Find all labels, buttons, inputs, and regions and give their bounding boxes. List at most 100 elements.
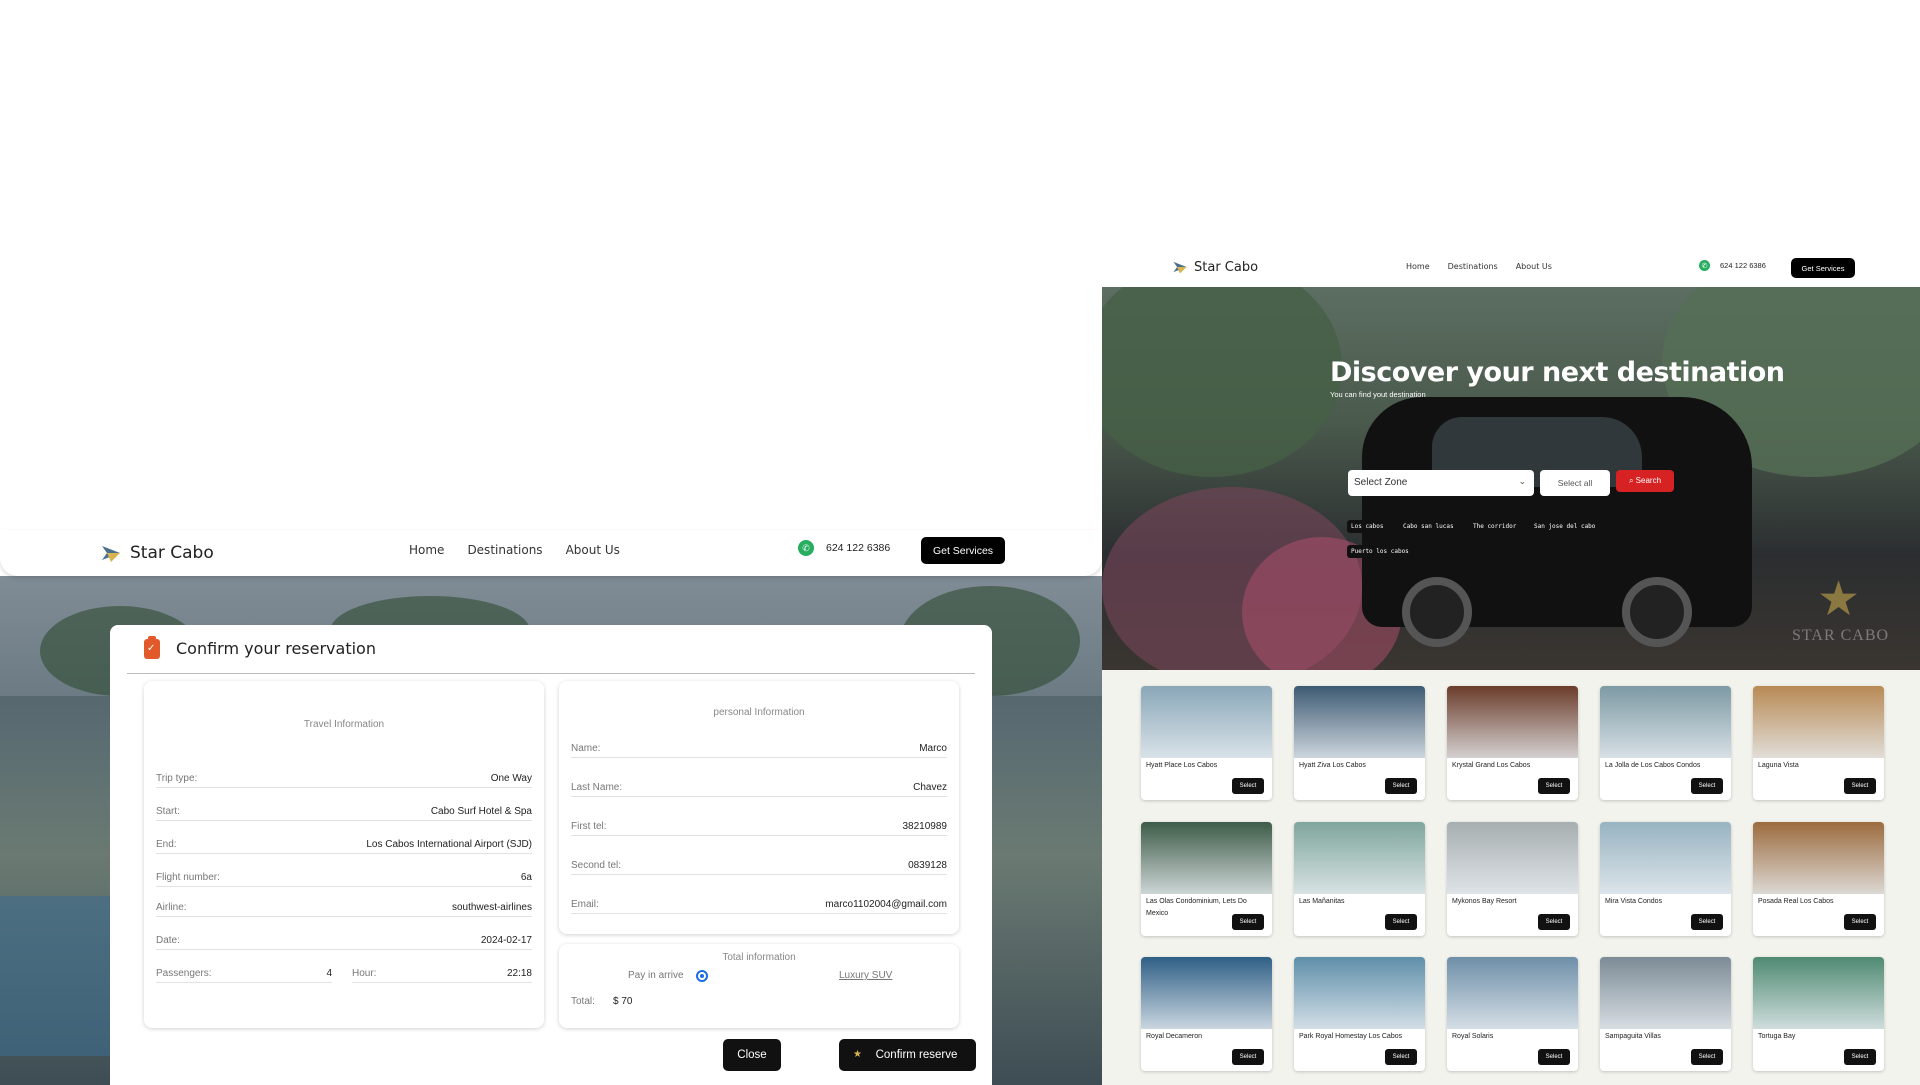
select-hotel-button[interactable]: Select	[1538, 1049, 1570, 1065]
top-navbar-small: Star Cabo Home Destinations About Us ✆ 6…	[1102, 250, 1920, 287]
phone-contact[interactable]: ✆ 624 122 6386	[1699, 260, 1766, 271]
close-button[interactable]: Close	[723, 1039, 781, 1071]
sea	[0, 896, 110, 1056]
hotel-name: Royal Solaris	[1452, 1033, 1494, 1040]
passengers-row: Passengers: 4	[156, 967, 332, 983]
zone-chip[interactable]: Puerto los cabos	[1347, 545, 1413, 558]
nav-about-us[interactable]: About Us	[566, 543, 620, 557]
hotel-image[interactable]	[1141, 822, 1272, 894]
watermark-star-icon: ★	[1817, 573, 1861, 626]
hotel-image[interactable]	[1294, 957, 1425, 1029]
nav-home[interactable]: Home	[1406, 262, 1430, 271]
hotel-card: Tortuga Bay Select	[1753, 957, 1884, 1071]
hotel-image[interactable]	[1753, 957, 1884, 1029]
hotel-name: Krystal Grand Los Cabos	[1452, 762, 1531, 769]
hotel-card: Sampaguita Villas Select	[1600, 957, 1731, 1071]
tree	[1102, 287, 1342, 477]
hotel-image[interactable]	[1447, 957, 1578, 1029]
zone-select[interactable]: Select Zone ⌄	[1348, 470, 1534, 496]
hotel-card: Royal Decameron Select	[1141, 957, 1272, 1071]
watermark-text: STAR CABO	[1792, 627, 1890, 644]
hotel-name: Mykonos Bay Resort	[1452, 898, 1517, 905]
hotel-name: Royal Decameron	[1146, 1033, 1203, 1040]
zone-chip[interactable]: San jose del cabo	[1530, 520, 1600, 533]
select-hotel-button[interactable]: Select	[1844, 778, 1876, 794]
hotel-name: Posada Real Los Cabos	[1758, 898, 1834, 905]
hotel-image[interactable]	[1600, 957, 1731, 1029]
hotel-name: Tortuga Bay	[1758, 1033, 1796, 1040]
star-icon: ★	[853, 1049, 862, 1060]
select-hotel-button[interactable]: Select	[1232, 778, 1264, 794]
hotel-image[interactable]	[1600, 686, 1731, 758]
hotel-image[interactable]	[1447, 686, 1578, 758]
hotel-image[interactable]	[1294, 686, 1425, 758]
search-button[interactable]: ⌕ Search	[1616, 470, 1674, 492]
brand[interactable]: Star Cabo	[100, 542, 214, 564]
hotel-card: Hyatt Place Los Cabos Select	[1141, 686, 1272, 800]
select-hotel-button[interactable]: Select	[1232, 914, 1264, 930]
confirm-reserve-button[interactable]: ★ Confirm reserve	[839, 1039, 976, 1071]
confirm-reserve-label: Confirm reserve	[875, 1049, 958, 1061]
hotel-card: Park Royal Homestay Los Cabos Select	[1294, 957, 1425, 1071]
hotel-image[interactable]	[1447, 822, 1578, 894]
select-hotel-button[interactable]: Select	[1232, 1049, 1264, 1065]
second-tel-row: Second tel: 0839128	[571, 859, 947, 875]
select-hotel-button[interactable]: Select	[1385, 1049, 1417, 1065]
get-services-button[interactable]: Get Services	[921, 537, 1005, 564]
nav-links: Home Destinations About Us	[1406, 262, 1552, 271]
nav-destinations[interactable]: Destinations	[467, 543, 542, 557]
hotel-name: Sampaguita Villas	[1605, 1033, 1661, 1040]
select-all-button[interactable]: Select all	[1540, 470, 1610, 496]
wheel	[1402, 577, 1472, 647]
zone-select-value: Select Zone	[1354, 477, 1408, 488]
trip-type-row: Trip type: One Way	[156, 772, 532, 788]
select-hotel-button[interactable]: Select	[1691, 1049, 1723, 1065]
hotel-card: Mira Vista Condos Select	[1600, 822, 1731, 936]
hour-row: Hour: 22:18	[352, 967, 532, 983]
select-hotel-button[interactable]: Select	[1691, 778, 1723, 794]
get-services-button[interactable]: Get Services	[1791, 258, 1855, 278]
pay-in-arrive-radio[interactable]	[696, 970, 708, 982]
hotel-image[interactable]	[1753, 686, 1884, 758]
hotel-name: Hyatt Place Los Cabos	[1146, 762, 1218, 769]
hotel-image[interactable]	[1753, 822, 1884, 894]
divider	[127, 673, 975, 674]
hotel-image[interactable]	[1141, 686, 1272, 758]
select-hotel-button[interactable]: Select	[1538, 914, 1570, 930]
top-navbar: Star Cabo Home Destinations About Us ✆ 6…	[0, 530, 1102, 576]
hotel-card: Las Olas Condominium, Lets Do Mexico Sele…	[1141, 822, 1272, 936]
phone-number: 624 122 6386	[826, 542, 891, 554]
select-hotel-button[interactable]: Select	[1691, 914, 1723, 930]
select-hotel-button[interactable]: Select	[1844, 1049, 1876, 1065]
hotel-image[interactable]	[1141, 957, 1272, 1029]
vehicle-link[interactable]: Luxury SUV	[839, 970, 892, 981]
total-info-title: Total information	[722, 952, 796, 963]
brand[interactable]: Star Cabo	[1172, 259, 1258, 275]
zone-chip[interactable]: Los cabos	[1347, 520, 1388, 533]
hero-banner: ★ STAR CABO Discover your next destinati…	[1102, 287, 1920, 670]
modal-header: Confirm your reservation	[110, 625, 992, 673]
zone-chip[interactable]: The corridor	[1469, 520, 1521, 533]
nav-destinations[interactable]: Destinations	[1448, 262, 1498, 271]
hotel-image[interactable]	[1294, 822, 1425, 894]
hotel-card: Las Mañanitas Select	[1294, 822, 1425, 936]
left-panel: Star Cabo Home Destinations About Us ✆ 6…	[0, 0, 1102, 1085]
hero-subtitle: You can find yout destination	[1330, 390, 1426, 399]
hotel-card: Laguna Vista Select	[1753, 686, 1884, 800]
nav-about-us[interactable]: About Us	[1516, 262, 1552, 271]
select-hotel-button[interactable]: Select	[1844, 914, 1876, 930]
hotel-card: La Jolla de Los Cabos Condos Select	[1600, 686, 1731, 800]
flight-number-row: Flight number: 6a	[156, 871, 532, 887]
select-hotel-button[interactable]: Select	[1385, 778, 1417, 794]
nav-links: Home Destinations About Us	[409, 543, 620, 557]
hotel-image[interactable]	[1600, 822, 1731, 894]
zone-chip[interactable]: Cabo san lucas	[1399, 520, 1458, 533]
nav-home[interactable]: Home	[409, 543, 444, 557]
select-hotel-button[interactable]: Select	[1538, 778, 1570, 794]
hotel-card: Posada Real Los Cabos Select	[1753, 822, 1884, 936]
select-hotel-button[interactable]: Select	[1385, 914, 1417, 930]
phone-contact[interactable]: ✆ 624 122 6386	[798, 540, 890, 556]
right-panel: Star Cabo Home Destinations About Us ✆ 6…	[1102, 0, 1920, 1085]
personal-info-card: personal Information Name: Marco Last Nam…	[559, 681, 959, 934]
hotel-name: Mira Vista Condos	[1605, 898, 1663, 905]
